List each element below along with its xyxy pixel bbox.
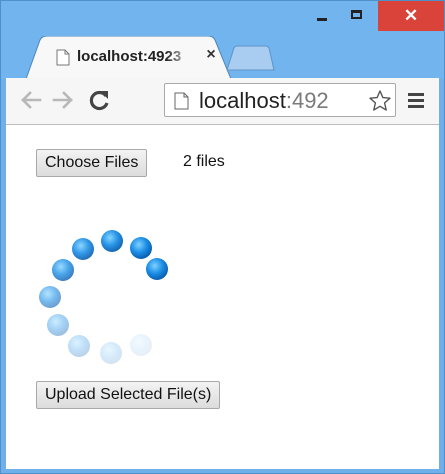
page-icon — [174, 92, 189, 110]
maximize-button[interactable] — [341, 1, 373, 31]
title-bar: ✕ localhost:4923 × — [1, 1, 444, 79]
tab-title-fade — [166, 44, 200, 68]
address-fade — [335, 84, 365, 116]
choose-files-button[interactable]: Choose Files — [36, 149, 148, 177]
spinner-dot — [68, 335, 90, 357]
browser-toolbar: localhost:492 — [6, 78, 439, 125]
new-tab-button[interactable] — [225, 45, 275, 71]
spinner-dot — [146, 258, 168, 280]
back-arrow-icon — [21, 91, 42, 109]
spinner-dot — [39, 286, 61, 308]
forward-arrow-icon — [52, 91, 73, 109]
tab-close-icon[interactable]: × — [202, 46, 220, 64]
back-button[interactable] — [18, 87, 44, 113]
spinner-dot — [47, 314, 69, 336]
maximize-icon — [351, 10, 362, 19]
address-text: localhost:492 — [199, 88, 329, 114]
reload-icon — [89, 90, 109, 111]
spinner-dot — [130, 237, 152, 259]
window-close-button[interactable]: ✕ — [378, 1, 444, 31]
minimize-icon — [317, 18, 327, 21]
spinner-dot — [101, 230, 123, 252]
spinner-dot — [100, 342, 122, 364]
spinner-dot — [72, 238, 94, 260]
reload-button[interactable] — [86, 87, 112, 113]
bookmark-star-icon[interactable] — [368, 89, 392, 113]
spinner-dot — [52, 259, 74, 281]
page-content: Choose Files 2 files Upload Selected Fil… — [6, 125, 439, 469]
minimize-button[interactable] — [306, 1, 338, 31]
browser-window: ✕ localhost:4923 × localhost:492 Choose … — [0, 0, 445, 474]
upload-button[interactable]: Upload Selected File(s) — [36, 381, 221, 409]
close-icon: ✕ — [403, 6, 419, 25]
address-port: :492 — [285, 88, 329, 113]
hamburger-line — [408, 105, 424, 108]
menu-button[interactable] — [406, 91, 426, 111]
hamburger-menu-icon — [408, 93, 424, 96]
spinner-dot — [130, 334, 152, 356]
tab-localhost[interactable]: localhost:4923 × — [26, 36, 231, 79]
address-host: localhost — [199, 88, 286, 113]
loading-spinner — [39, 230, 168, 364]
forward-button[interactable] — [50, 87, 76, 113]
hamburger-line — [408, 99, 424, 102]
file-count-label: 2 files — [183, 153, 225, 170]
page-icon — [56, 49, 70, 66]
address-bar[interactable]: localhost:492 — [164, 83, 396, 117]
